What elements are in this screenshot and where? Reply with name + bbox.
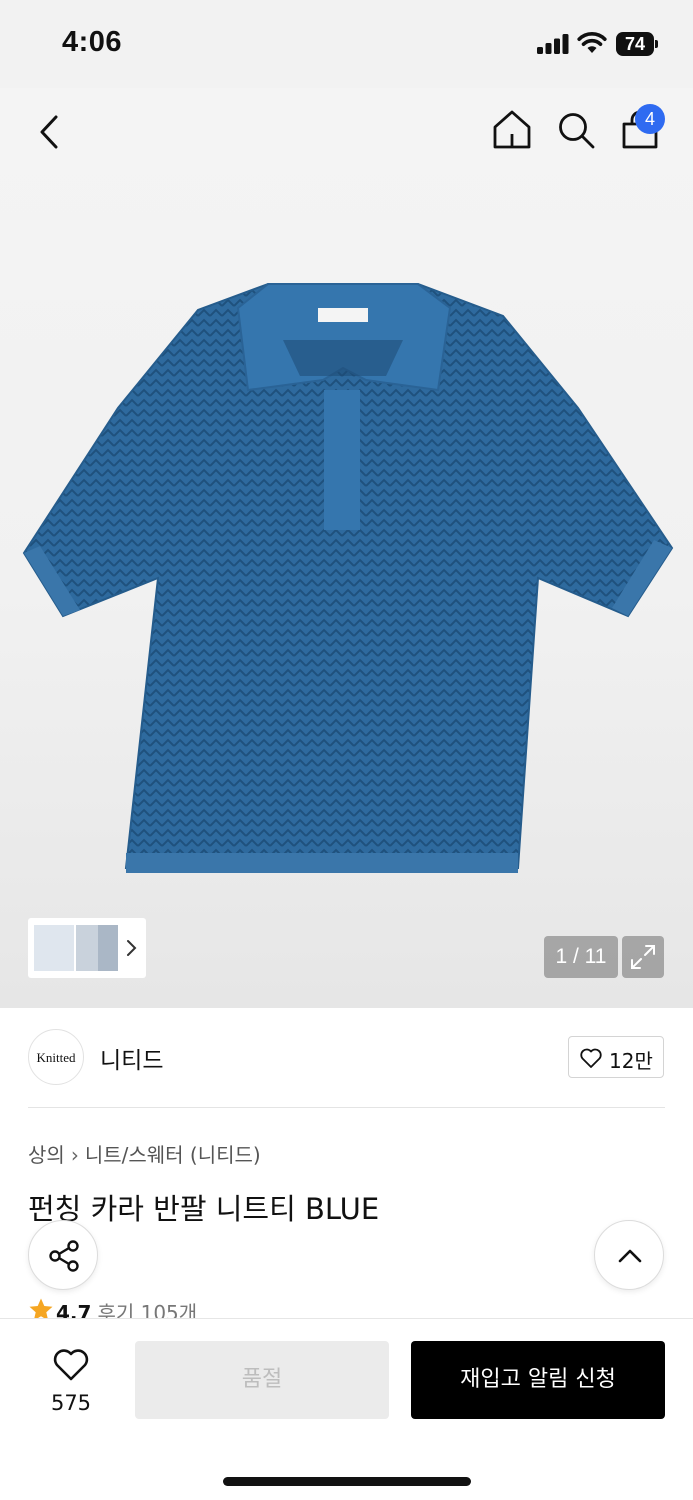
search-icon[interactable] <box>554 108 598 152</box>
brand-logo[interactable]: Knitted <box>28 1029 84 1085</box>
breadcrumb-separator-icon: › <box>70 1143 79 1167</box>
soldout-button: 품절 <box>135 1341 389 1419</box>
wifi-icon <box>577 32 607 53</box>
rating-row[interactable]: 4.7 후기 105개 <box>28 1297 197 1319</box>
wishlist-button[interactable]: 575 <box>36 1343 106 1417</box>
scroll-to-top-button[interactable] <box>594 1220 664 1290</box>
home-indicator <box>223 1477 471 1486</box>
breadcrumb: 상의 › 니트/스웨터 (니티드) <box>28 1139 261 1168</box>
product-title: 펀칭 카라 반팔 니트티 BLUE <box>28 1192 380 1226</box>
share-button[interactable] <box>28 1220 98 1290</box>
fullscreen-button[interactable] <box>622 936 664 978</box>
status-time: 4:06 <box>62 26 123 58</box>
status-bar: 4:06 74 <box>0 0 693 88</box>
battery-indicator: 74 <box>616 32 658 56</box>
rating-value: 4.7 <box>56 1301 92 1319</box>
cellular-signal-icon <box>537 34 569 54</box>
cart-count-badge: 4 <box>635 104 665 134</box>
chevron-up-icon <box>618 1249 642 1263</box>
divider <box>28 1107 665 1108</box>
thumbnail-2[interactable] <box>76 925 98 971</box>
heart-icon <box>53 1349 89 1381</box>
product-image-gallery[interactable]: 4 1 / 11 <box>0 88 693 1008</box>
breadcrumb-subcategory[interactable]: 니트/스웨터 (니티드) <box>85 1143 261 1167</box>
star-icon <box>29 1298 53 1319</box>
wishlist-count: 575 <box>50 1391 92 1415</box>
battery-cap <box>655 40 658 48</box>
thumbnail-1[interactable] <box>34 925 74 971</box>
brand-like-button[interactable]: 12만 <box>568 1036 664 1078</box>
brand-like-count: 12만 <box>609 1049 653 1073</box>
bottom-action-bar: 575 품절 재입고 알림 신청 <box>0 1318 693 1500</box>
share-icon <box>49 1240 79 1272</box>
restock-alert-button[interactable]: 재입고 알림 신청 <box>411 1341 665 1419</box>
thumbnail-3[interactable] <box>98 925 118 971</box>
back-icon[interactable] <box>28 110 72 154</box>
thumbnail-strip[interactable] <box>28 918 146 978</box>
brand-name[interactable]: 니티드 <box>100 1041 163 1075</box>
image-page-indicator: 1 / 11 <box>544 936 618 978</box>
expand-icon <box>631 945 655 969</box>
product-image <box>22 283 674 873</box>
battery-level: 74 <box>616 32 654 56</box>
home-icon[interactable] <box>490 108 534 152</box>
chevron-right-icon[interactable] <box>124 934 140 962</box>
breadcrumb-category[interactable]: 상의 <box>28 1143 65 1167</box>
review-count[interactable]: 후기 105개 <box>97 1301 197 1319</box>
heart-icon <box>580 1048 602 1068</box>
